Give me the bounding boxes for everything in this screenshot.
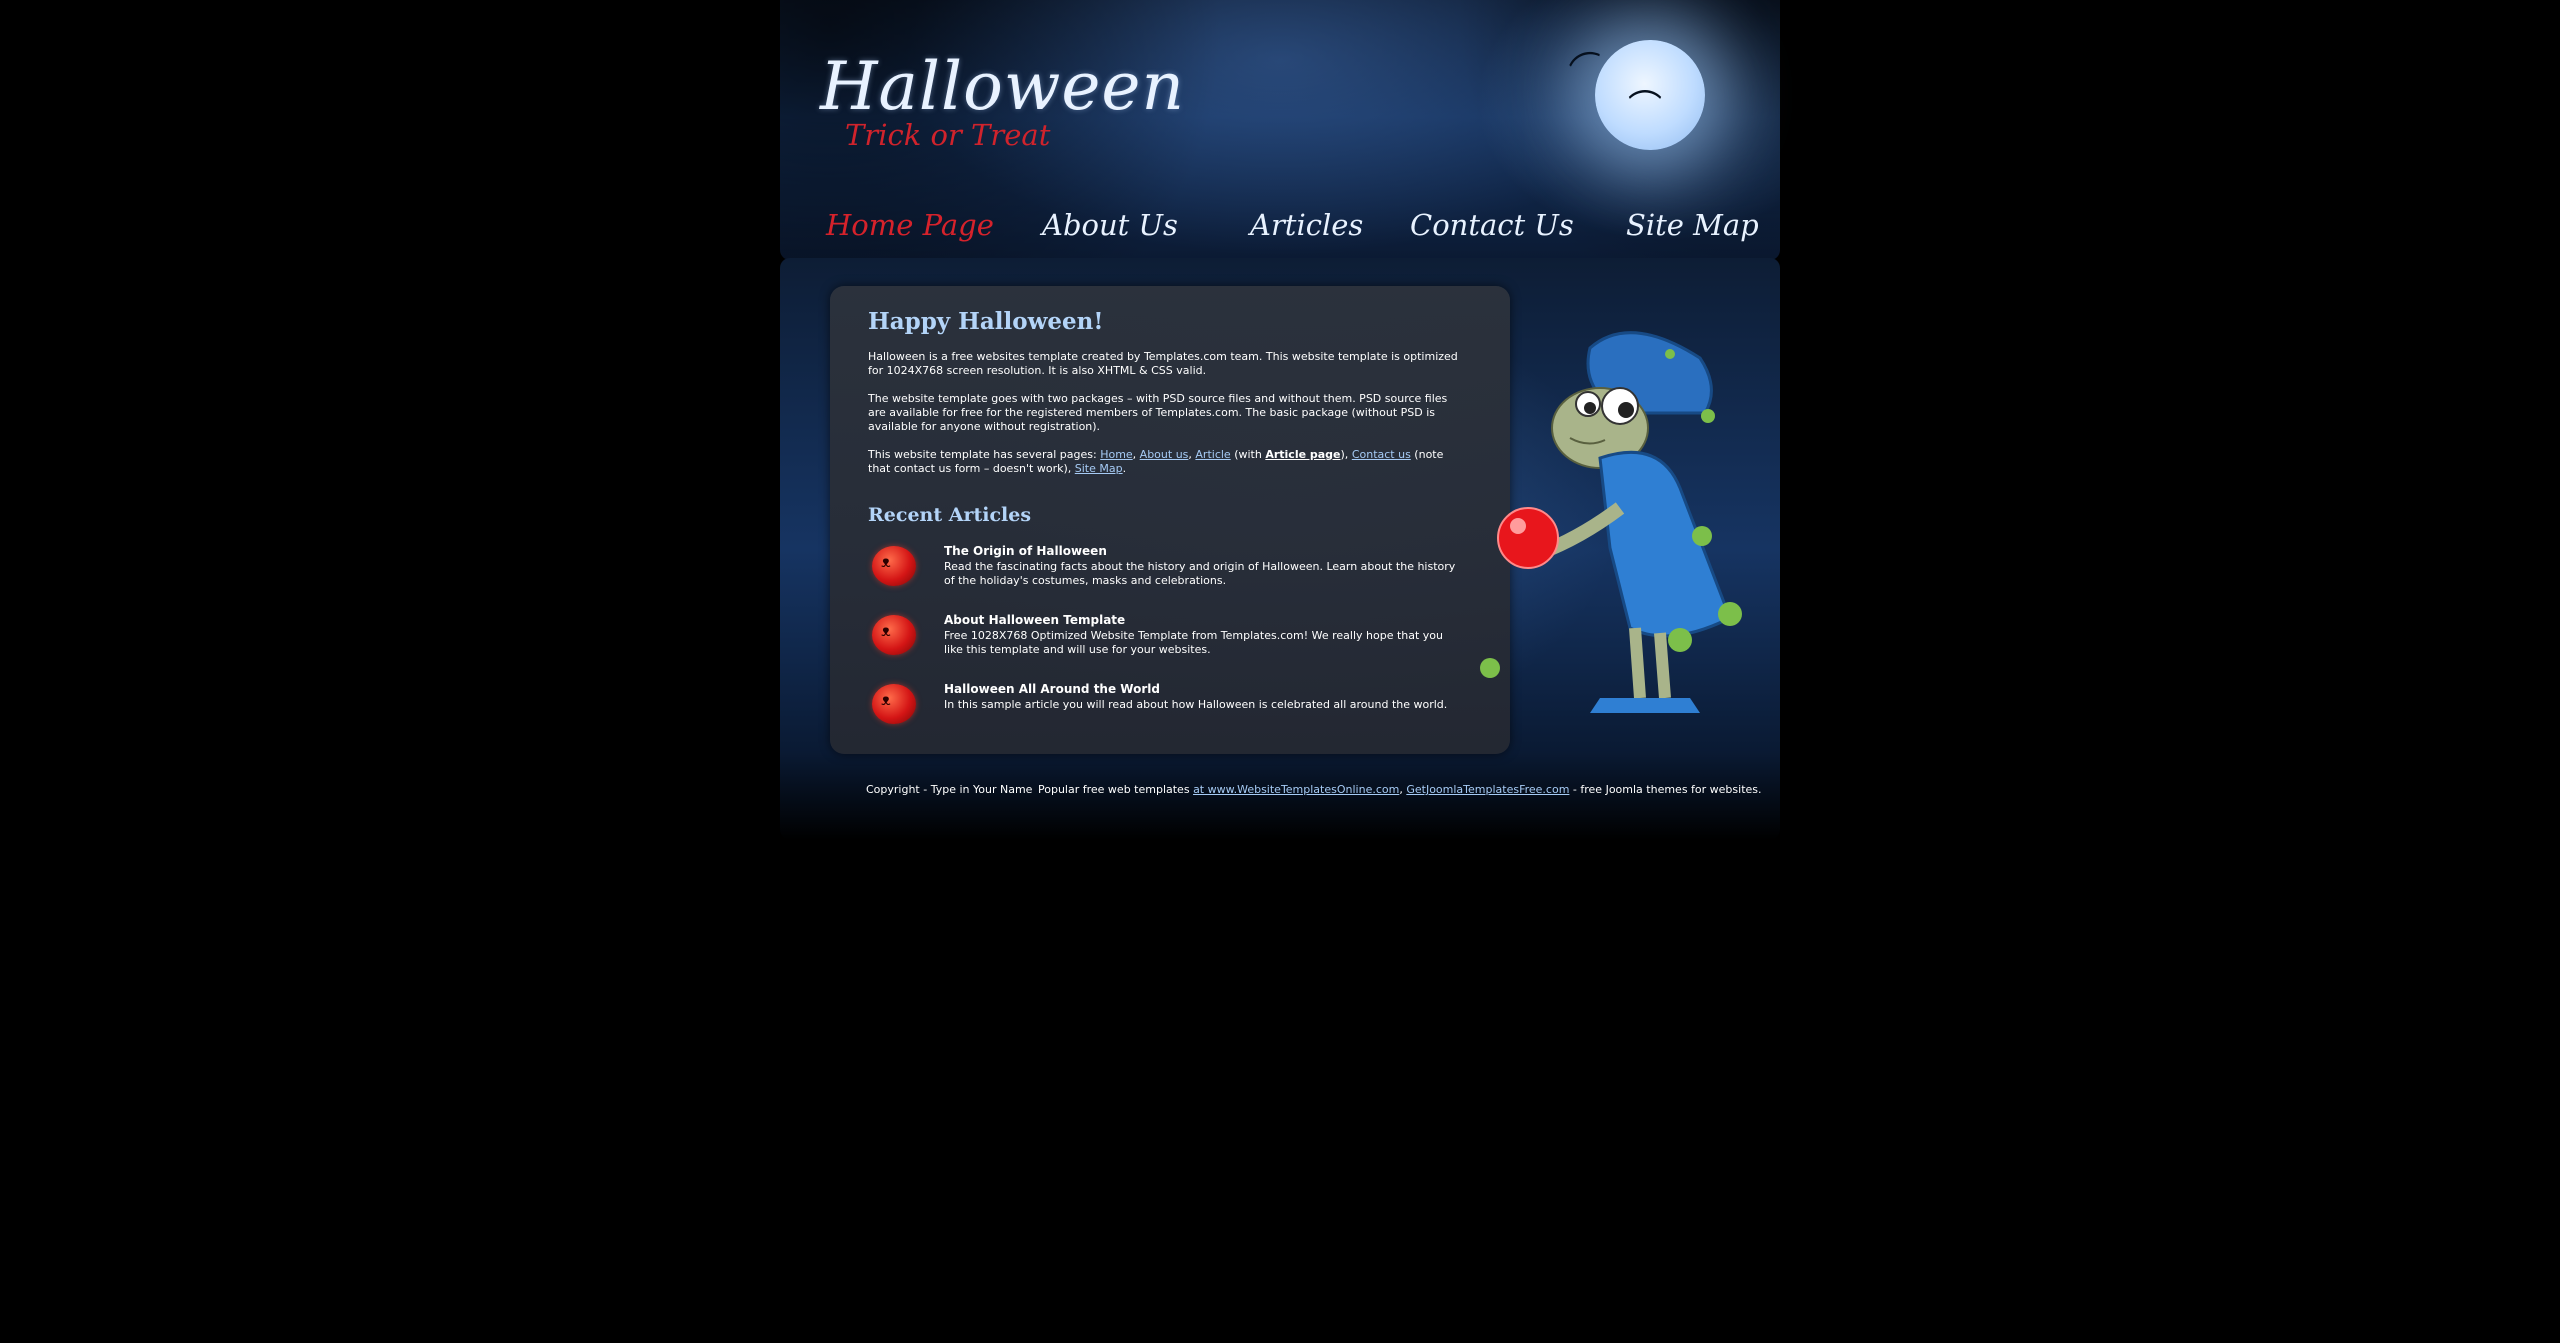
article-item: ᴥ About Halloween Template Free 1028X768… (868, 613, 1468, 673)
article-text: In this sample article you will read abo… (944, 698, 1448, 711)
link-about-us[interactable]: About us (1140, 448, 1189, 461)
article-title[interactable]: Halloween All Around the World (944, 682, 1160, 696)
article-text: Read the fascinating facts about the his… (944, 560, 1456, 587)
article-item: ᴥ The Origin of Halloween Read the fasci… (868, 544, 1468, 604)
copyright-text: Copyright - Type in Your Name (866, 783, 1033, 796)
pumpkin-icon: ᴥ (872, 546, 916, 586)
popular-label: Popular free web templates (1038, 783, 1194, 796)
intro-paragraph: Halloween is a free websites template cr… (868, 350, 1458, 377)
site-logo-subtitle: Trick or Treat (845, 118, 1051, 152)
pumpkin-face-glyph: ᴥ (881, 552, 891, 571)
content-box: Happy Halloween! Halloween is a free web… (830, 286, 1510, 754)
main-nav: Home Page About Us Articles Contact Us S… (780, 200, 1780, 258)
pages-paragraph: This website template has several pages:… (868, 448, 1468, 476)
pumpkin-face-glyph: ᴥ (881, 621, 891, 640)
separator-text: ), (1340, 448, 1352, 461)
bat-icon: ⌒ (1628, 88, 1662, 128)
article-title[interactable]: About Halloween Template (944, 613, 1125, 627)
pumpkin-icon: ᴥ (872, 615, 916, 655)
wizard-character-image (1480, 331, 1742, 713)
pumpkin-face-glyph: ᴥ (881, 690, 891, 709)
site-container: ⌒ ⌒ Halloween Trick or Treat Home Page A… (780, 0, 1780, 840)
site-logo-title[interactable]: Halloween (820, 48, 1185, 125)
header: ⌒ ⌒ Halloween Trick or Treat Home Page A… (780, 0, 1780, 260)
content-frame: Happy Halloween! Halloween is a free web… (780, 258, 1780, 840)
link-article[interactable]: Article (1195, 448, 1230, 461)
article-text: Free 1028X768 Optimized Website Template… (944, 629, 1444, 656)
nav-contact-us[interactable]: Contact Us (1410, 208, 1574, 242)
website-templates-link[interactable]: at www.WebsiteTemplatesOnline.com (1193, 783, 1399, 796)
pumpkin-icon: ᴥ (872, 684, 916, 724)
nav-site-map[interactable]: Site Map (1626, 208, 1759, 242)
packages-paragraph: The website template goes with two packa… (868, 392, 1448, 433)
nav-articles[interactable]: Articles (1250, 208, 1363, 242)
recent-articles-heading: Recent Articles (868, 504, 1032, 526)
footer: Copyright - Type in Your Name Popular fr… (780, 778, 1780, 818)
nav-home-page[interactable]: Home Page (826, 208, 994, 242)
article-title[interactable]: The Origin of Halloween (944, 544, 1107, 558)
period-text: . (1122, 462, 1127, 475)
link-site-map[interactable]: Site Map (1075, 462, 1123, 475)
page-title: Happy Halloween! (868, 308, 1104, 335)
article-page-text: Article page (1265, 448, 1341, 461)
link-home[interactable]: Home (1100, 448, 1132, 461)
link-contact-us[interactable]: Contact us (1352, 448, 1411, 461)
popular-templates-text: Popular free web templates at www.Websit… (1038, 783, 1762, 796)
with-text: (with (1230, 448, 1266, 461)
pages-intro-text: This website template has several pages: (868, 448, 1101, 461)
article-item: ᴥ Halloween All Around the World In this… (868, 682, 1468, 742)
nav-about-us[interactable]: About Us (1042, 208, 1178, 242)
separator-text: , (1132, 448, 1140, 461)
joomla-tail-text: - free Joomla themes for websites. (1569, 783, 1762, 796)
joomla-templates-link[interactable]: GetJoomlaTemplatesFree.com (1406, 783, 1569, 796)
